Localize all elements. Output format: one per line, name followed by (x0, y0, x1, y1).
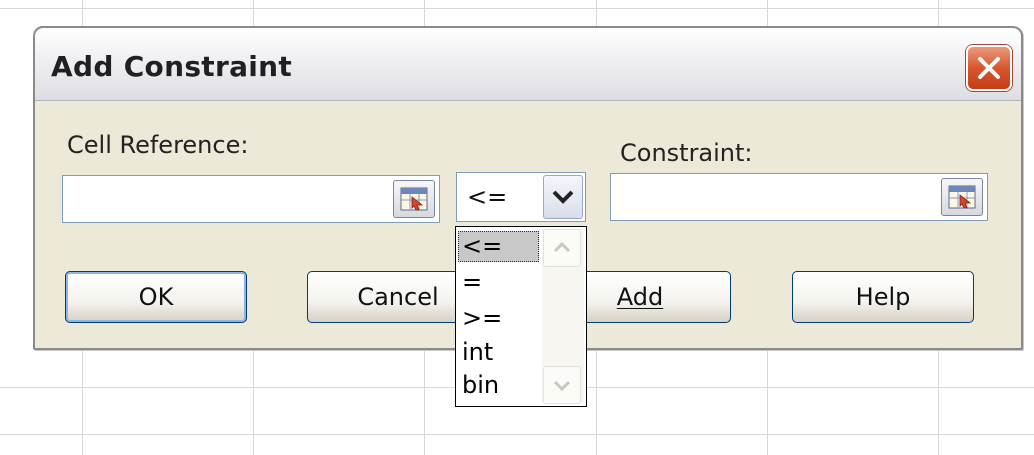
grid-line (0, 434, 1034, 435)
operator-option[interactable]: int (458, 337, 539, 368)
range-select-icon (400, 187, 428, 211)
close-x-icon (978, 57, 1000, 79)
operator-option[interactable]: bin (458, 370, 539, 401)
constraint-select-button[interactable] (941, 178, 983, 216)
scroll-down-button[interactable] (543, 366, 581, 404)
ok-button[interactable]: OK (65, 271, 247, 323)
help-button[interactable]: Help (792, 271, 974, 323)
operator-option[interactable]: = (458, 267, 539, 298)
dialog-title: Add Constraint (51, 50, 293, 83)
operator-dropdown-list[interactable]: <= = >= int bin (455, 226, 587, 407)
constraint-input[interactable] (610, 173, 988, 221)
operator-dropdown-button[interactable] (543, 175, 583, 219)
cell-reference-input[interactable] (62, 175, 440, 223)
cancel-button-label: Cancel (357, 283, 439, 311)
chevron-up-icon (553, 241, 571, 253)
range-select-icon (948, 185, 976, 209)
title-bar[interactable]: Add Constraint (35, 28, 1021, 101)
add-button-label: Add (616, 283, 664, 311)
close-button[interactable] (966, 45, 1012, 91)
constraint-label: Constraint: (620, 139, 753, 167)
cell-reference-select-button[interactable] (393, 180, 435, 218)
chevron-down-icon (552, 190, 574, 204)
chevron-down-icon (553, 380, 571, 392)
operator-option[interactable]: <= (458, 231, 539, 262)
operator-select[interactable]: <= (456, 172, 586, 222)
cell-reference-label: Cell Reference: (67, 131, 249, 159)
ok-button-label: OK (138, 283, 174, 311)
grid-line (0, 8, 1034, 9)
dropdown-scrollbar[interactable] (542, 229, 584, 404)
operator-option[interactable]: >= (458, 303, 539, 334)
scroll-up-button[interactable] (543, 229, 581, 267)
operator-selected-value: <= (467, 183, 508, 211)
help-button-label: Help (855, 283, 911, 311)
